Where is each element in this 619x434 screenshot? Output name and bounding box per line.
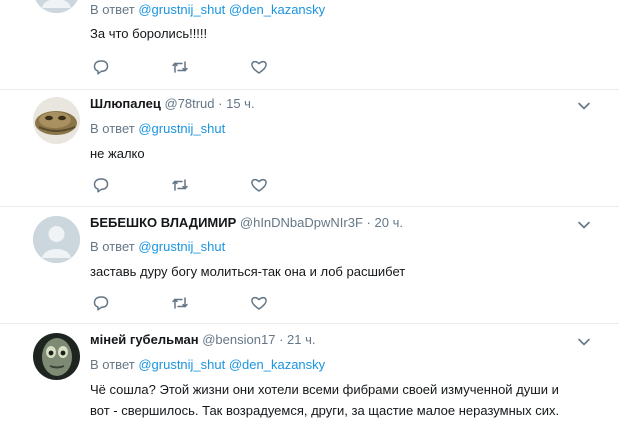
separator-dot: · xyxy=(279,332,284,347)
user-fullname[interactable]: Шлюпалец xyxy=(90,96,161,111)
tweet-actions xyxy=(92,58,292,76)
reply-prefix: В ответ xyxy=(90,2,135,17)
tweet-text-line: Чё сошла? Этой жизни они хотели всеми фи… xyxy=(90,382,559,397)
tweet-actions xyxy=(92,294,292,312)
reply-prefix: В ответ xyxy=(90,121,135,136)
tweet[interactable]: Шлюпалец @78trud · 15 ч. В ответ @grustn… xyxy=(0,89,619,207)
tweet-header: Шлюпалец @78trud · 15 ч. xyxy=(90,95,255,113)
tweet-feed: В ответ @grustnij_shut @den_kazansky За … xyxy=(0,0,619,434)
mention-link[interactable]: @grustnij_shut xyxy=(138,2,225,17)
reply-prefix: В ответ xyxy=(90,239,135,254)
tweet[interactable]: міней губельман @bension17 · 21 ч. В отв… xyxy=(0,323,619,434)
chevron-down-icon[interactable] xyxy=(577,99,591,113)
reply-to-line: В ответ @grustnij_shut @den_kazansky xyxy=(90,1,325,19)
separator-dot: · xyxy=(366,215,371,230)
retweet-icon[interactable] xyxy=(171,58,189,76)
mention-link[interactable]: @grustnij_shut xyxy=(138,121,225,136)
heart-icon[interactable] xyxy=(250,176,268,194)
avatar[interactable] xyxy=(33,216,80,263)
mention-link[interactable]: @den_kazansky xyxy=(229,357,325,372)
avatar[interactable] xyxy=(33,97,80,144)
tweet-text: заставь дуру богу молиться-так она и лоб… xyxy=(90,264,406,279)
reply-icon[interactable] xyxy=(92,294,110,312)
retweet-icon[interactable] xyxy=(171,294,189,312)
tweet-text-line: вот - свершилось. Так возрадуемся, други… xyxy=(90,403,560,418)
tweet-actions xyxy=(92,176,292,194)
tweet[interactable]: БЕБЕШКО ВЛАДИМИР @hInDNbaDpwNIr3F · 20 ч… xyxy=(0,206,619,324)
chevron-down-icon[interactable] xyxy=(577,218,591,232)
mention-link[interactable]: @den_kazansky xyxy=(229,2,325,17)
reply-icon[interactable] xyxy=(92,176,110,194)
reply-icon[interactable] xyxy=(92,58,110,76)
tweet-header: міней губельман @bension17 · 21 ч. xyxy=(90,331,316,349)
avatar[interactable] xyxy=(33,0,80,13)
tweet-text: Чё сошла? Этой жизни они хотели всеми фи… xyxy=(90,379,610,421)
reply-to-line: В ответ @grustnij_shut xyxy=(90,238,225,256)
reply-prefix: В ответ xyxy=(90,357,135,372)
heart-icon[interactable] xyxy=(250,294,268,312)
user-handle[interactable]: @78trud xyxy=(164,96,214,111)
tweet[interactable]: В ответ @grustnij_shut @den_kazansky За … xyxy=(0,0,619,90)
user-fullname[interactable]: міней губельман xyxy=(90,332,199,347)
mention-link[interactable]: @grustnij_shut xyxy=(138,357,225,372)
avatar[interactable] xyxy=(33,333,80,380)
tweet-timestamp[interactable]: 15 ч. xyxy=(226,96,254,111)
heart-icon[interactable] xyxy=(250,58,268,76)
retweet-icon[interactable] xyxy=(171,176,189,194)
user-handle[interactable]: @bension17 xyxy=(202,332,275,347)
user-handle[interactable]: @hInDNbaDpwNIr3F xyxy=(240,215,363,230)
separator-dot: · xyxy=(218,96,223,111)
user-fullname[interactable]: БЕБЕШКО ВЛАДИМИР xyxy=(90,215,236,230)
reply-to-line: В ответ @grustnij_shut xyxy=(90,120,225,138)
reply-to-line: В ответ @grustnij_shut @den_kazansky xyxy=(90,356,325,374)
tweet-header: БЕБЕШКО ВЛАДИМИР @hInDNbaDpwNIr3F · 20 ч… xyxy=(90,214,403,232)
tweet-text: не жалко xyxy=(90,146,145,161)
tweet-timestamp[interactable]: 21 ч. xyxy=(287,332,315,347)
mention-link[interactable]: @grustnij_shut xyxy=(138,239,225,254)
chevron-down-icon[interactable] xyxy=(577,335,591,349)
tweet-text: За что боролись!!!!! xyxy=(90,26,208,41)
tweet-timestamp[interactable]: 20 ч. xyxy=(375,215,403,230)
